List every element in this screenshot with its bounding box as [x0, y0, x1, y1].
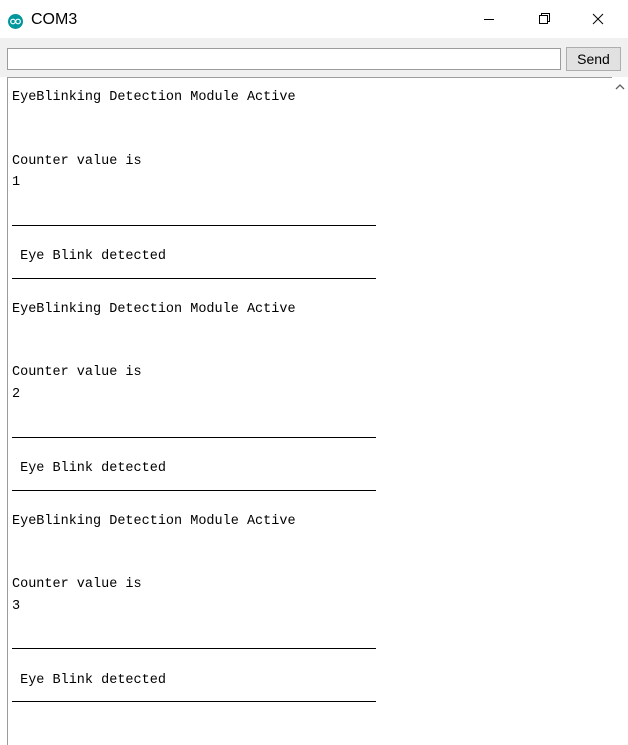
output-text: EyeBlinking Detection Module Active Count… — [12, 87, 607, 723]
output-line: EyeBlinking Detection Module Active — [12, 301, 296, 317]
output-line: Eye Blink detected — [12, 672, 166, 688]
title-bar: COM3 — [0, 0, 628, 38]
separator-rule — [12, 489, 376, 501]
arduino-icon — [8, 14, 23, 29]
separator-line — [12, 277, 607, 299]
output-line: Counter value is — [12, 577, 142, 593]
output-line: Eye Blink detected — [12, 460, 166, 476]
separator-rule — [12, 436, 376, 448]
serial-output[interactable]: EyeBlinking Detection Module Active Count… — [7, 77, 628, 745]
minimize-icon — [484, 19, 494, 20]
separator-rule — [12, 648, 376, 659]
chevron-up-icon[interactable] — [612, 80, 628, 94]
output-line: Counter value is — [12, 153, 142, 169]
separator-line — [12, 436, 607, 458]
separator-rule — [12, 701, 376, 712]
vertical-scrollbar[interactable] — [612, 77, 628, 745]
output-line: 1 — [12, 174, 21, 190]
close-button[interactable] — [575, 0, 621, 38]
output-line: 3 — [12, 598, 21, 614]
separator-line — [12, 224, 607, 246]
output-line: EyeBlinking Detection Module Active — [12, 513, 296, 529]
separator-rule — [12, 277, 376, 289]
separator-line — [12, 648, 607, 669]
close-icon — [592, 13, 604, 25]
window-title: COM3 — [31, 11, 78, 28]
send-toolbar: Send — [0, 38, 628, 77]
maximize-icon — [539, 13, 550, 24]
maximize-button[interactable] — [521, 0, 567, 38]
separator-line — [12, 701, 607, 722]
output-line: Counter value is — [12, 365, 142, 381]
separator-line — [12, 489, 607, 511]
output-line: 2 — [12, 386, 21, 402]
output-line: Eye Blink detected — [12, 248, 166, 264]
output-line: EyeBlinking Detection Module Active — [12, 90, 296, 105]
send-button[interactable]: Send — [566, 47, 621, 71]
serial-input[interactable] — [7, 48, 561, 70]
minimize-button[interactable] — [466, 0, 512, 38]
separator-rule — [12, 224, 376, 236]
